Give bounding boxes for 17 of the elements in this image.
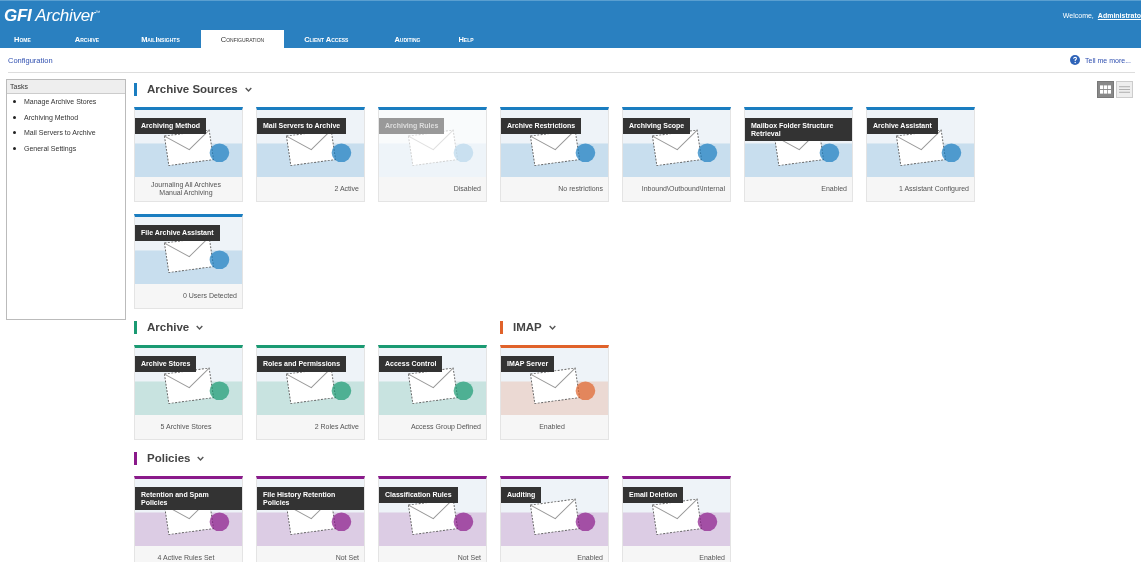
- bullet-icon: [13, 115, 16, 119]
- grid-view-button[interactable]: [1097, 81, 1114, 98]
- bullet-icon: [13, 131, 16, 135]
- grid-icon: [1100, 85, 1111, 94]
- chevron-down-icon[interactable]: [244, 86, 252, 92]
- section-title[interactable]: Archive: [147, 321, 190, 333]
- section-title[interactable]: Policies: [147, 452, 191, 464]
- section-title[interactable]: IMAP: [513, 321, 542, 333]
- bullet-icon: [13, 100, 16, 104]
- app-logo: GFI Archiver$^{™}$: [4, 5, 100, 26]
- bullet-icon: [13, 146, 16, 150]
- section-title[interactable]: Archive Sources: [147, 83, 238, 95]
- chevron-down-icon[interactable]: [197, 455, 205, 461]
- help-icon[interactable]: [1070, 55, 1081, 65]
- list-icon: [1119, 85, 1130, 94]
- chevron-down-icon[interactable]: [196, 324, 204, 330]
- chevron-down-icon[interactable]: [548, 324, 556, 330]
